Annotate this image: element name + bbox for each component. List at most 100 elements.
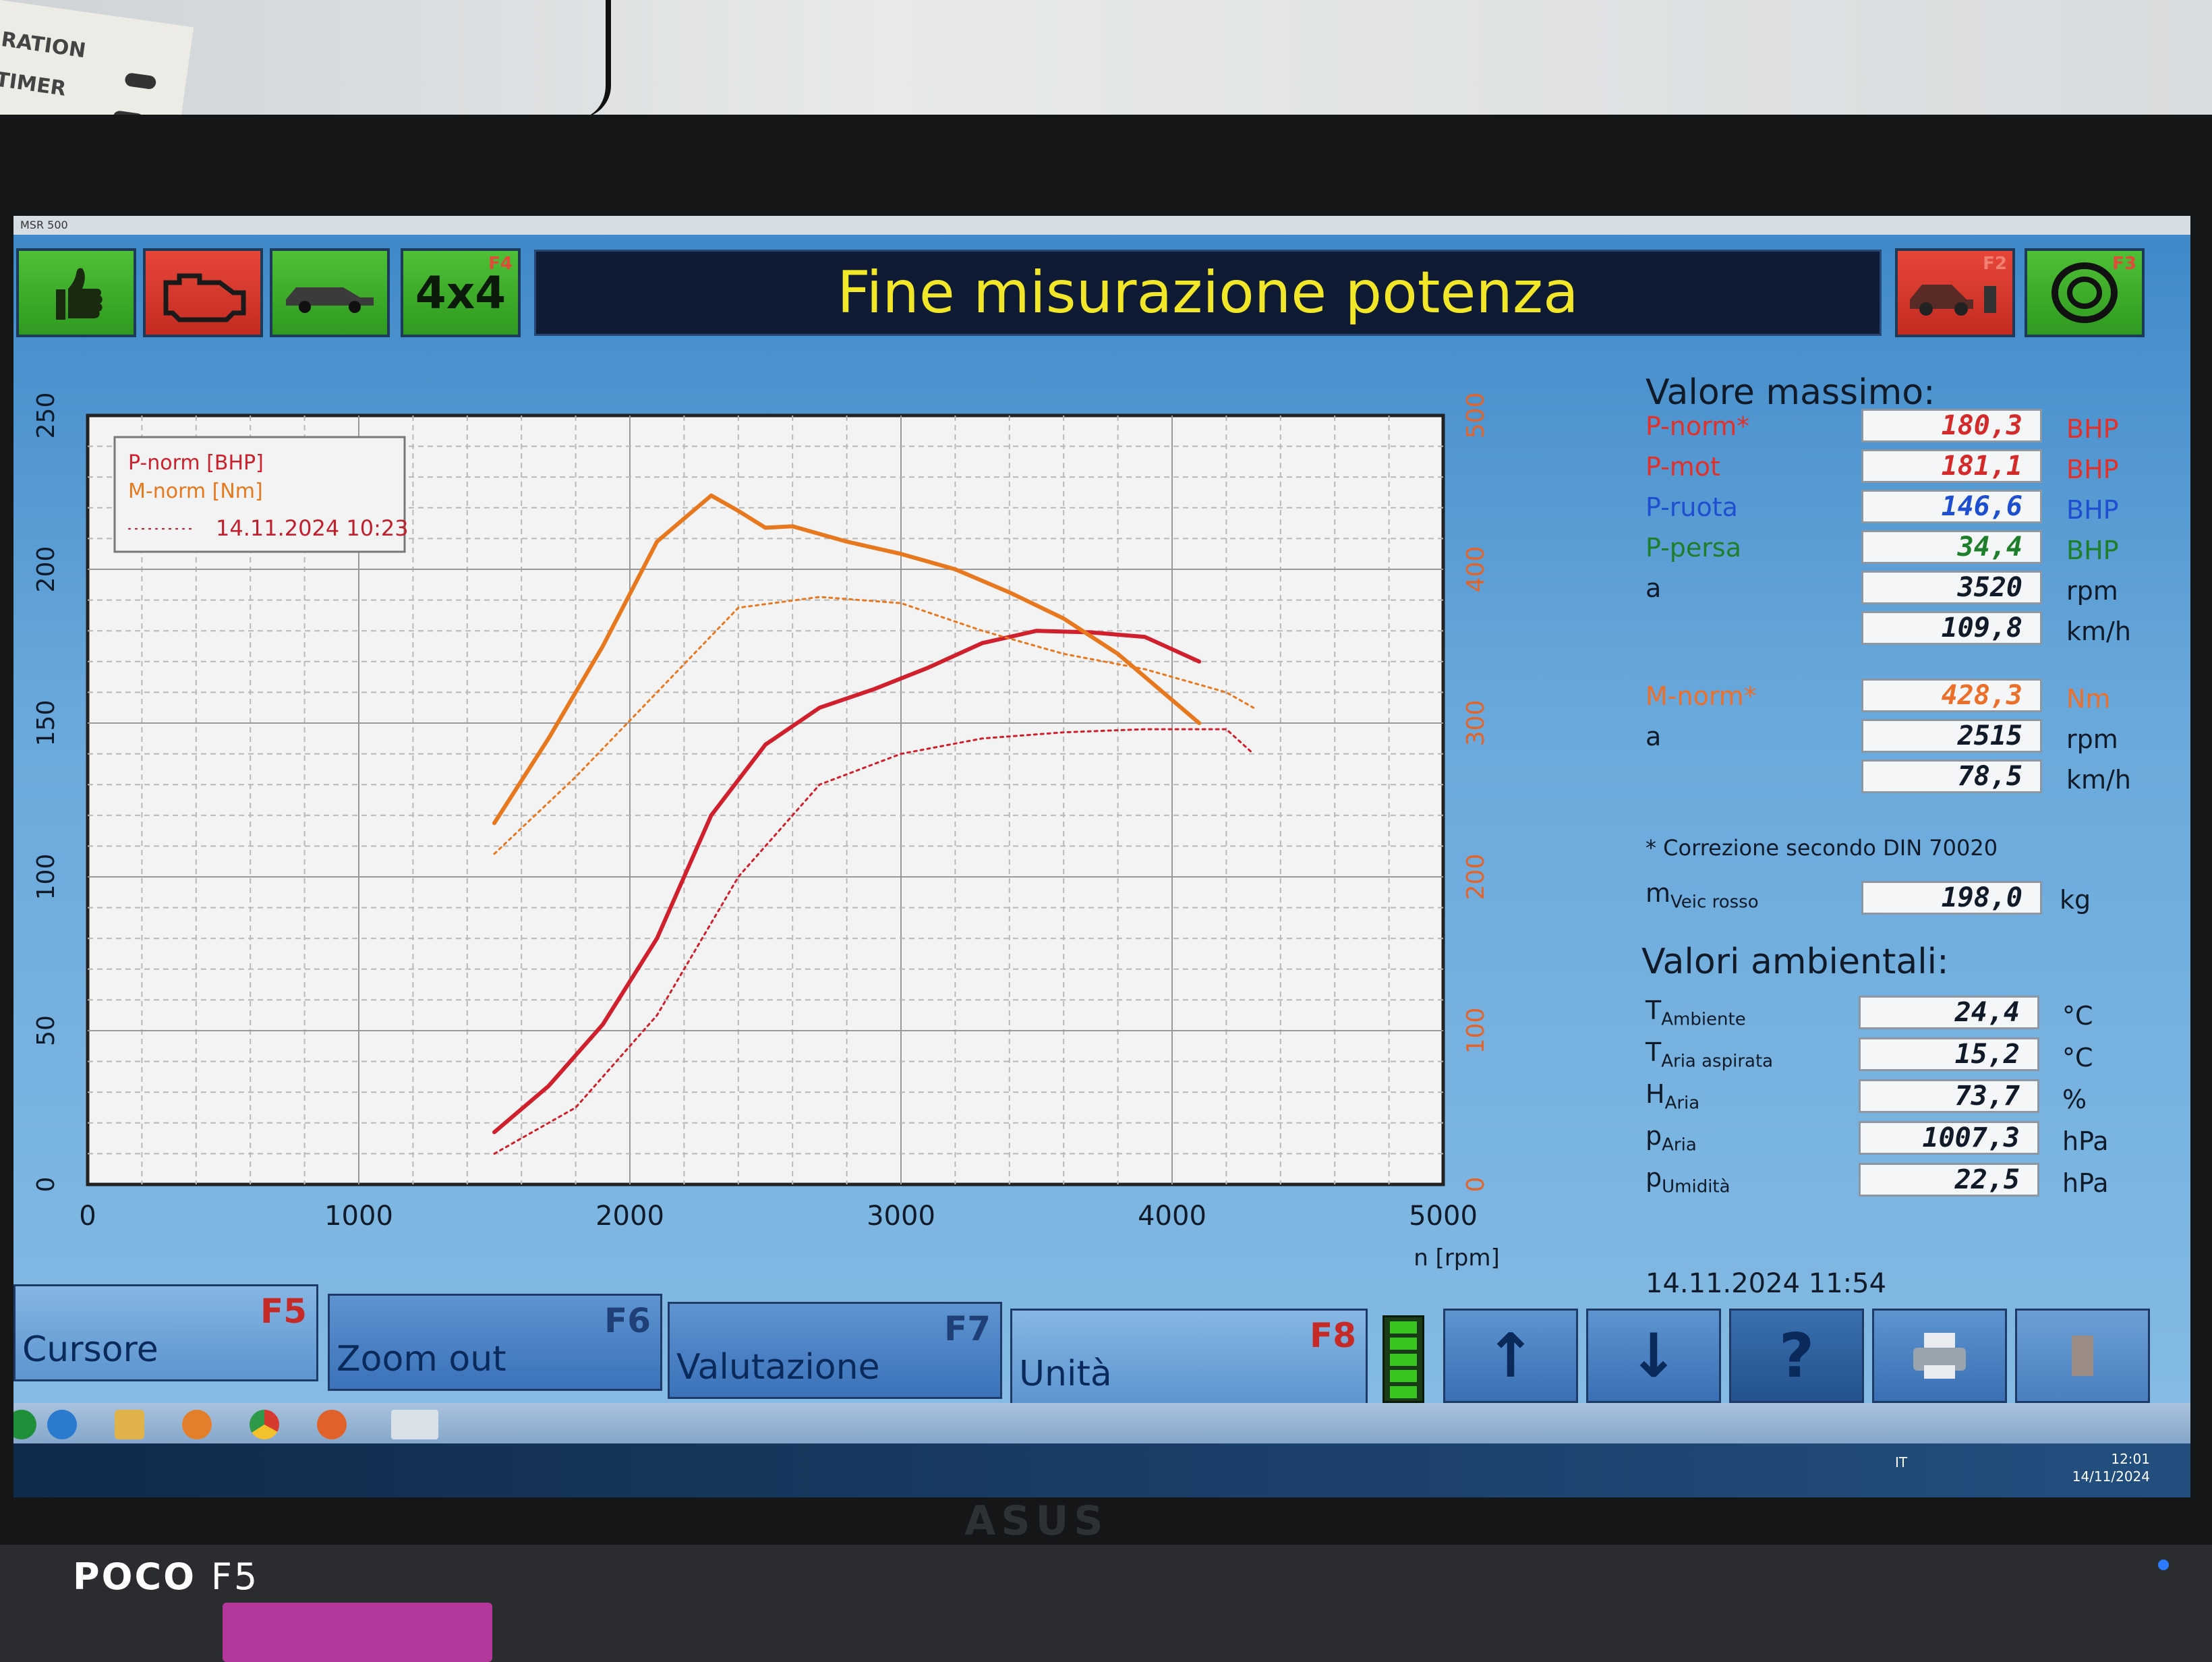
y-tick-label-left: 100 xyxy=(32,854,60,900)
paper-line-2: TIMER xyxy=(0,67,68,101)
help-icon: ? xyxy=(1778,1320,1815,1392)
y-tick-label-left: 200 xyxy=(32,546,60,593)
legend-entry-torque: M-norm [Nm] xyxy=(128,480,263,503)
x-tick-label: 3000 xyxy=(867,1201,935,1232)
language-indicator[interactable]: IT xyxy=(1895,1454,1907,1470)
env-value: 22,5 xyxy=(1859,1163,2039,1197)
page-title: Fine misurazione potenza xyxy=(837,259,1579,326)
result-unit: rpm xyxy=(2066,576,2118,606)
result-value: 78,5 xyxy=(1861,760,2042,793)
env-label: pAria xyxy=(1646,1121,1697,1155)
phone-brand: POCO xyxy=(73,1555,197,1598)
msr-app-icon[interactable] xyxy=(391,1410,438,1439)
status-title-bar: Fine misurazione potenza xyxy=(534,250,1882,336)
env-label-sub: Aria xyxy=(1664,1093,1700,1114)
env-label: TAmbiente xyxy=(1646,996,1746,1030)
y-tick-label-left: 150 xyxy=(32,700,60,747)
cursor-button[interactable]: F5 Cursore xyxy=(13,1284,318,1381)
y-tick-label-right: 0 xyxy=(1462,1177,1490,1193)
down-button[interactable]: ↓ xyxy=(1586,1309,1721,1403)
units-label: Unità xyxy=(1019,1354,1112,1394)
env-label-main: T xyxy=(1646,996,1662,1025)
paper-dot xyxy=(124,72,157,90)
evaluation-button[interactable]: F7 Valutazione xyxy=(668,1302,1002,1399)
down-arrow-icon: ↓ xyxy=(1628,1320,1679,1392)
max-values-title: Valore massimo: xyxy=(1646,372,1936,413)
monitor-logo: ASUS xyxy=(964,1497,1109,1545)
env-unit: °C xyxy=(2062,1043,2093,1072)
result-label: P-ruota xyxy=(1646,492,1738,522)
mass-label: mVeic rosso xyxy=(1646,878,1759,913)
x-axis-label: n [rpm] xyxy=(1414,1244,1500,1271)
mass-unit: kg xyxy=(2060,885,2091,915)
power-led xyxy=(2158,1559,2169,1570)
wheel-button[interactable]: F3 xyxy=(2025,248,2145,337)
firefox-icon[interactable] xyxy=(317,1410,347,1439)
print-button[interactable] xyxy=(1872,1309,2007,1403)
car-side-icon xyxy=(1910,285,1996,316)
cursor-key: F5 xyxy=(260,1292,307,1331)
result-value: 181,1 xyxy=(1861,449,2042,483)
env-unit: °C xyxy=(2062,1001,2093,1031)
up-arrow-icon: ↑ xyxy=(1485,1320,1536,1392)
result-label: P-norm* xyxy=(1646,411,1750,441)
result-unit: BHP xyxy=(2066,414,2119,444)
help-button[interactable]: ? xyxy=(1729,1309,1864,1403)
result-unit: km/h xyxy=(2066,765,2131,795)
4x4-button[interactable]: F4 4x4 xyxy=(401,248,521,337)
paper-line-1: RATION xyxy=(0,28,88,63)
system-clock[interactable]: 12:01 14/11/2024 xyxy=(2072,1450,2150,1485)
car-icon xyxy=(286,287,374,313)
4x4-label: 4x4 xyxy=(415,266,506,319)
env-value: 15,2 xyxy=(1859,1037,2039,1071)
units-button[interactable]: F8 Unità xyxy=(1010,1309,1368,1406)
env-label-main: H xyxy=(1646,1079,1665,1109)
door-icon xyxy=(2072,1336,2093,1376)
folder-icon[interactable] xyxy=(115,1410,144,1439)
level-gauge xyxy=(1382,1315,1424,1403)
evaluation-key: F7 xyxy=(944,1309,991,1348)
taskbar xyxy=(13,1403,2190,1443)
legend-entry-power: P-norm [BHP] xyxy=(128,451,264,475)
exit-button[interactable] xyxy=(2015,1309,2150,1403)
result-unit: Nm xyxy=(2066,684,2111,714)
engine-button[interactable] xyxy=(143,248,263,337)
zoom-out-label: Zoom out xyxy=(337,1339,506,1379)
mass-value: 198,0 xyxy=(1861,881,2042,915)
env-unit: % xyxy=(2062,1085,2087,1114)
result-unit: BHP xyxy=(2066,495,2119,525)
result-label: P-mot xyxy=(1646,452,1720,482)
ok-button[interactable] xyxy=(16,248,136,337)
result-label: a xyxy=(1646,573,1662,603)
legend-date: 14.11.2024 10:23 xyxy=(216,515,409,541)
y-tick-label-left: 250 xyxy=(32,393,60,439)
env-values-title: Valori ambientali: xyxy=(1641,942,1949,982)
ie-browser-icon[interactable] xyxy=(47,1410,77,1439)
window-titlebar: MSR 500 xyxy=(13,216,2190,235)
car-red-button[interactable]: F2 xyxy=(1895,248,2015,337)
env-value: 24,4 xyxy=(1859,996,2039,1029)
y-tick-label-right: 500 xyxy=(1462,393,1490,439)
env-unit: hPa xyxy=(2062,1168,2109,1198)
y-tick-label-right: 400 xyxy=(1462,546,1490,593)
x-tick-label: 2000 xyxy=(595,1201,664,1232)
cursor-label: Cursore xyxy=(22,1329,158,1370)
din-note: * Correzione secondo DIN 70020 xyxy=(1646,835,1998,861)
measurement-datetime: 14.11.2024 11:54 xyxy=(1646,1268,1887,1299)
window-title: MSR 500 xyxy=(20,219,68,231)
result-label: M-norm* xyxy=(1646,681,1757,711)
chart-panel: 0 1000 2000 3000 4000 5000 n [rpm] 0 50 100 150 200… xyxy=(13,355,1617,1309)
chrome-icon[interactable] xyxy=(250,1410,279,1439)
screen: MSR 500 F4 4x4 Fine misurazione potenza … xyxy=(13,216,2190,1497)
result-unit: BHP xyxy=(2066,455,2119,484)
mass-label-main: m xyxy=(1646,878,1671,908)
env-unit: hPa xyxy=(2062,1126,2109,1156)
result-value: 3520 xyxy=(1861,571,2042,604)
car-button[interactable] xyxy=(270,248,390,337)
clock-date: 14/11/2024 xyxy=(2072,1468,2150,1485)
zoom-out-button[interactable]: F6 Zoom out xyxy=(328,1294,662,1391)
media-player-icon[interactable] xyxy=(182,1410,212,1439)
start-icon[interactable] xyxy=(13,1410,36,1439)
x-tick-label: 4000 xyxy=(1138,1201,1206,1232)
up-button[interactable]: ↑ xyxy=(1443,1309,1578,1403)
